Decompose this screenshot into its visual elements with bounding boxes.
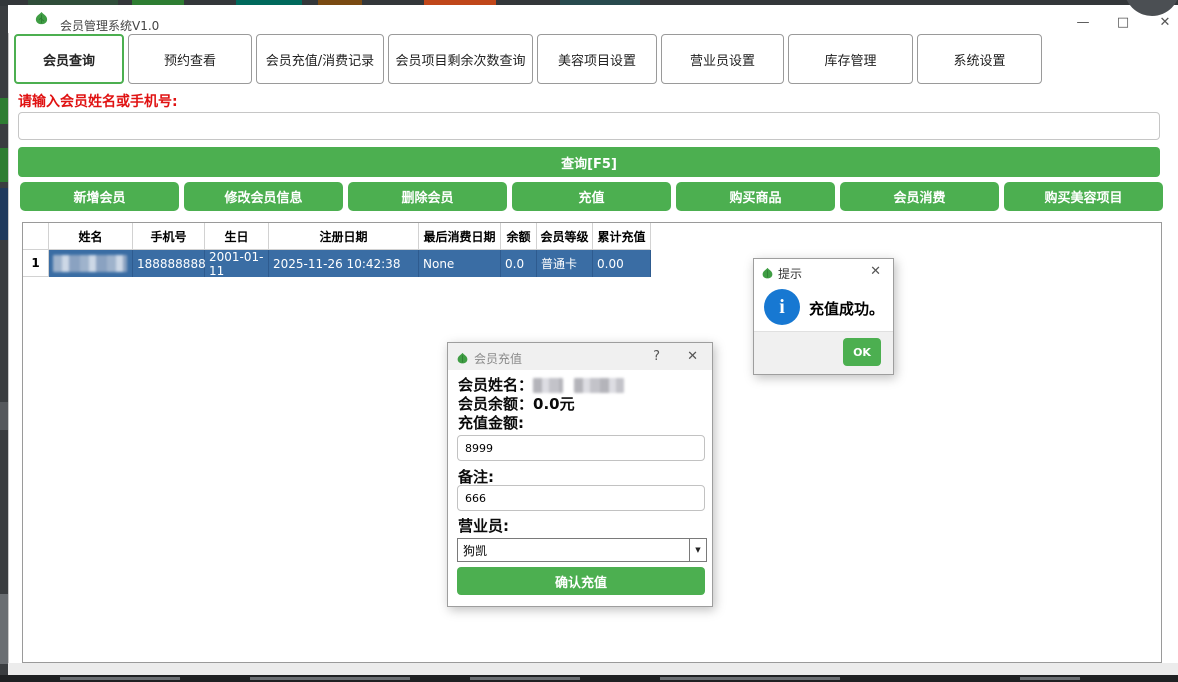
amount-input[interactable] bbox=[457, 435, 705, 461]
clerk-dropdown-value: 狗凯 bbox=[458, 542, 689, 559]
redacted-member-name-blur bbox=[574, 378, 624, 393]
cell-total-recharge: 0.00 bbox=[593, 250, 651, 277]
member-name-label: 会员姓名： bbox=[458, 376, 533, 394]
delete-member-button[interactable]: 删除会员 bbox=[348, 182, 507, 211]
background-segment bbox=[0, 594, 8, 664]
prompt-dialog-footer: OK bbox=[754, 331, 893, 374]
background-segment bbox=[0, 402, 8, 430]
tab-member-query[interactable]: 会员查询 bbox=[14, 34, 124, 84]
cell-name-redacted bbox=[49, 250, 133, 277]
window-bottom-strip bbox=[8, 663, 1178, 675]
close-button[interactable]: ✕ bbox=[1150, 15, 1178, 33]
confirm-recharge-button[interactable]: 确认充值 bbox=[457, 567, 705, 595]
tab-clerk-settings[interactable]: 营业员设置 bbox=[661, 34, 784, 84]
ok-button[interactable]: OK bbox=[843, 338, 881, 366]
dialog-close-icon[interactable]: ✕ bbox=[870, 264, 881, 279]
recharge-button[interactable]: 充值 bbox=[512, 182, 671, 211]
tab-beauty-project-settings[interactable]: 美容项目设置 bbox=[537, 34, 657, 84]
background-segment bbox=[660, 677, 840, 680]
row-number-header bbox=[23, 223, 49, 250]
background-segment bbox=[0, 188, 8, 240]
chevron-down-icon[interactable]: ▼ bbox=[689, 539, 706, 561]
dialog-close-icon[interactable]: ✕ bbox=[687, 349, 698, 364]
header-total-recharge[interactable]: 累计充值 bbox=[593, 223, 651, 250]
amount-label: 充值金额: bbox=[458, 412, 524, 433]
background-segment bbox=[1020, 677, 1080, 680]
search-input[interactable] bbox=[18, 112, 1160, 140]
member-balance-row: 会员余额：0.0元 bbox=[458, 393, 575, 414]
prompt-dialog-title: 提示 bbox=[778, 265, 802, 282]
cell-birthday: 2001-01-11 bbox=[205, 250, 269, 277]
buy-beauty-project-button[interactable]: 购买美容项目 bbox=[1004, 182, 1163, 211]
tab-recharge-consume-records[interactable]: 会员充值/消费记录 bbox=[256, 34, 384, 84]
title-bar: 会员管理系统V1.0 — □ ✕ bbox=[8, 5, 1178, 33]
background-segment bbox=[250, 677, 410, 680]
cell-level: 普通卡 bbox=[537, 250, 593, 277]
cell-register-date: 2025-11-26 10:42:38 bbox=[269, 250, 419, 277]
redacted-member-name-blur bbox=[533, 378, 563, 393]
redacted-name-blur bbox=[53, 255, 127, 272]
note-label: 备注: bbox=[458, 466, 494, 487]
prompt-message: 充值成功。 bbox=[809, 298, 884, 319]
recharge-dialog-title: 会员充值 bbox=[474, 350, 522, 367]
cell-phone: 18888888888 bbox=[133, 250, 205, 277]
dialog-leaf-icon bbox=[456, 350, 469, 369]
header-birthday[interactable]: 生日 bbox=[205, 223, 269, 250]
table-header-row: 姓名 手机号 生日 注册日期 最后消费日期 余额 会员等级 累计充值 bbox=[23, 223, 1161, 250]
cell-last-consume: None bbox=[419, 250, 501, 277]
recharge-dialog: 会员充值 ? ✕ 会员姓名： 会员余额：0.0元 充值金额: 备注: 营业员: … bbox=[447, 342, 713, 607]
action-button-row: 新增会员 修改会员信息 删除会员 充值 购买商品 会员消费 购买美容项目 bbox=[20, 182, 1163, 211]
prompt-dialog-titlebar[interactable]: 提示 ✕ bbox=[754, 259, 893, 284]
prompt-dialog: 提示 ✕ i 充值成功。 OK bbox=[753, 258, 894, 375]
background-bottom-sliver bbox=[0, 675, 1178, 682]
header-balance[interactable]: 余额 bbox=[501, 223, 537, 250]
row-number: 1 bbox=[23, 250, 49, 277]
dialog-leaf-icon bbox=[761, 265, 774, 284]
tab-remaining-times-query[interactable]: 会员项目剩余次数查询 bbox=[388, 34, 533, 84]
search-label: 请输入会员姓名或手机号: bbox=[18, 91, 178, 111]
add-member-button[interactable]: 新增会员 bbox=[20, 182, 179, 211]
recharge-dialog-titlebar[interactable]: 会员充值 ? ✕ bbox=[448, 343, 712, 370]
background-segment bbox=[0, 148, 8, 182]
help-button[interactable]: ? bbox=[653, 349, 660, 364]
tab-bar: 会员查询 预约查看 会员充值/消费记录 会员项目剩余次数查询 美容项目设置 营业… bbox=[14, 34, 1042, 84]
info-icon: i bbox=[764, 289, 800, 325]
member-name-row: 会员姓名： bbox=[458, 374, 624, 395]
tab-system-settings[interactable]: 系统设置 bbox=[917, 34, 1042, 84]
background-segment bbox=[60, 677, 180, 680]
clerk-label: 营业员: bbox=[458, 515, 509, 536]
query-button[interactable]: 查询[F5] bbox=[18, 147, 1160, 177]
member-consume-button[interactable]: 会员消费 bbox=[840, 182, 999, 211]
maximize-button[interactable]: □ bbox=[1108, 15, 1138, 33]
background-segment bbox=[0, 98, 8, 124]
header-last-consume[interactable]: 最后消费日期 bbox=[419, 223, 501, 250]
edit-member-button[interactable]: 修改会员信息 bbox=[184, 182, 343, 211]
background-segment bbox=[470, 677, 580, 680]
member-balance-value: 0.0元 bbox=[533, 395, 575, 413]
member-balance-label: 会员余额： bbox=[458, 395, 533, 413]
clerk-dropdown[interactable]: 狗凯 ▼ bbox=[457, 538, 707, 562]
buy-goods-button[interactable]: 购买商品 bbox=[676, 182, 835, 211]
cell-balance: 0.0 bbox=[501, 250, 537, 277]
header-name[interactable]: 姓名 bbox=[49, 223, 133, 250]
tab-inventory-management[interactable]: 库存管理 bbox=[788, 34, 913, 84]
header-register-date[interactable]: 注册日期 bbox=[269, 223, 419, 250]
header-level[interactable]: 会员等级 bbox=[537, 223, 593, 250]
app-leaf-icon bbox=[34, 11, 49, 30]
header-phone[interactable]: 手机号 bbox=[133, 223, 205, 250]
background-left-sliver bbox=[0, 6, 8, 676]
note-input[interactable] bbox=[457, 485, 705, 511]
table-row[interactable]: 1 18888888888 2001-01-11 2025-11-26 10:4… bbox=[23, 250, 1161, 277]
tab-appointment-view[interactable]: 预约查看 bbox=[128, 34, 252, 84]
app-title: 会员管理系统V1.0 bbox=[60, 17, 159, 34]
minimize-button[interactable]: — bbox=[1068, 15, 1098, 33]
